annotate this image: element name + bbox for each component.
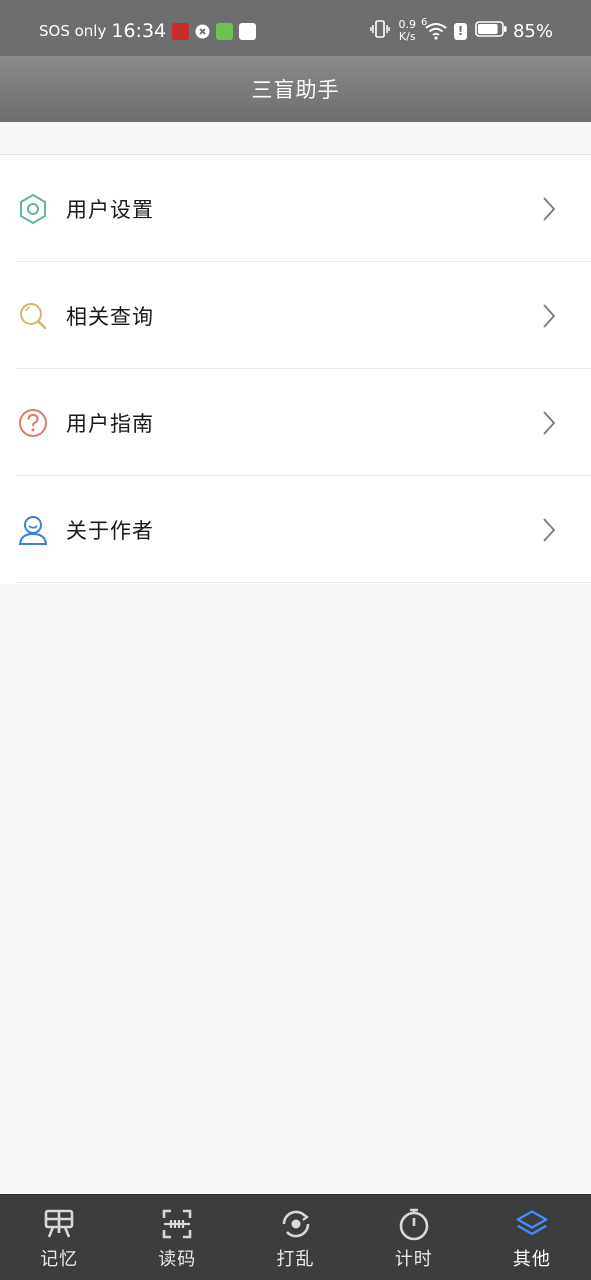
nav-tab-scramble[interactable]: 打乱 xyxy=(236,1195,354,1280)
menu-list: 用户设置 相关查询 用户指南 关于作者 xyxy=(0,154,591,584)
nav-label: 计时 xyxy=(394,1249,433,1270)
timer-icon xyxy=(397,1207,431,1241)
nav-label: 记忆 xyxy=(40,1249,79,1270)
scan-code-icon xyxy=(160,1207,194,1241)
menu-item-user-guide[interactable]: 用户指南 xyxy=(0,369,591,476)
battery-percentage: 85% xyxy=(512,20,553,42)
status-bar-left: SOS only 16:34 xyxy=(39,20,262,42)
nav-label: 读码 xyxy=(158,1249,197,1270)
scramble-icon xyxy=(279,1207,313,1241)
network-speed-unit: K/s xyxy=(398,30,416,43)
menu-item-label: 关于作者 xyxy=(66,518,154,543)
nav-label: 其他 xyxy=(512,1249,551,1270)
notification-app-icon xyxy=(216,22,234,40)
user-icon xyxy=(18,515,48,545)
layers-icon xyxy=(515,1207,549,1241)
clock-time: 16:34 xyxy=(111,20,167,42)
status-bar-right: 0.9 K/s 6 ! 85% xyxy=(370,17,553,43)
nav-tab-scan[interactable]: 读码 xyxy=(118,1195,236,1280)
alert-icon: ! xyxy=(453,22,467,40)
chevron-right-icon xyxy=(541,517,557,543)
carrier-text: SOS only xyxy=(39,22,107,40)
battery-icon xyxy=(475,21,507,41)
shield-x-icon xyxy=(195,24,210,39)
status-bar: SOS only 16:34 0.9 K/s 6 ! 85% xyxy=(0,0,591,62)
bottom-nav: 记忆 读码 打乱 计时 其他 xyxy=(0,1194,591,1280)
title-bar: 三盲助手 xyxy=(0,56,591,122)
menu-item-label: 用户设置 xyxy=(66,197,154,222)
nav-tab-other[interactable]: 其他 xyxy=(473,1195,591,1280)
chevron-right-icon xyxy=(541,303,557,329)
hexagon-settings-icon xyxy=(18,193,48,224)
menu-item-label: 相关查询 xyxy=(66,304,154,329)
nav-tab-memory[interactable]: 记忆 xyxy=(0,1195,118,1280)
network-speed: 0.9 K/s xyxy=(398,19,416,43)
vibrate-icon xyxy=(370,19,391,43)
notification-app-icon xyxy=(239,22,257,40)
memory-icon xyxy=(42,1207,76,1241)
nav-tab-timer[interactable]: 计时 xyxy=(355,1195,473,1280)
menu-item-label: 用户指南 xyxy=(66,411,154,436)
page-title: 三盲助手 xyxy=(251,78,340,102)
chevron-right-icon xyxy=(541,410,557,436)
magnifier-icon xyxy=(18,301,48,331)
wifi-badge: 6 xyxy=(420,17,428,28)
chevron-right-icon xyxy=(541,196,557,222)
menu-item-about-author[interactable]: 关于作者 xyxy=(0,476,591,583)
notification-app-icon xyxy=(172,22,190,40)
nav-label: 打乱 xyxy=(276,1249,315,1270)
menu-item-user-settings[interactable]: 用户设置 xyxy=(0,155,591,262)
question-circle-icon xyxy=(18,408,48,438)
wifi-icon: 6 xyxy=(421,17,448,40)
menu-item-related-query[interactable]: 相关查询 xyxy=(0,262,591,369)
